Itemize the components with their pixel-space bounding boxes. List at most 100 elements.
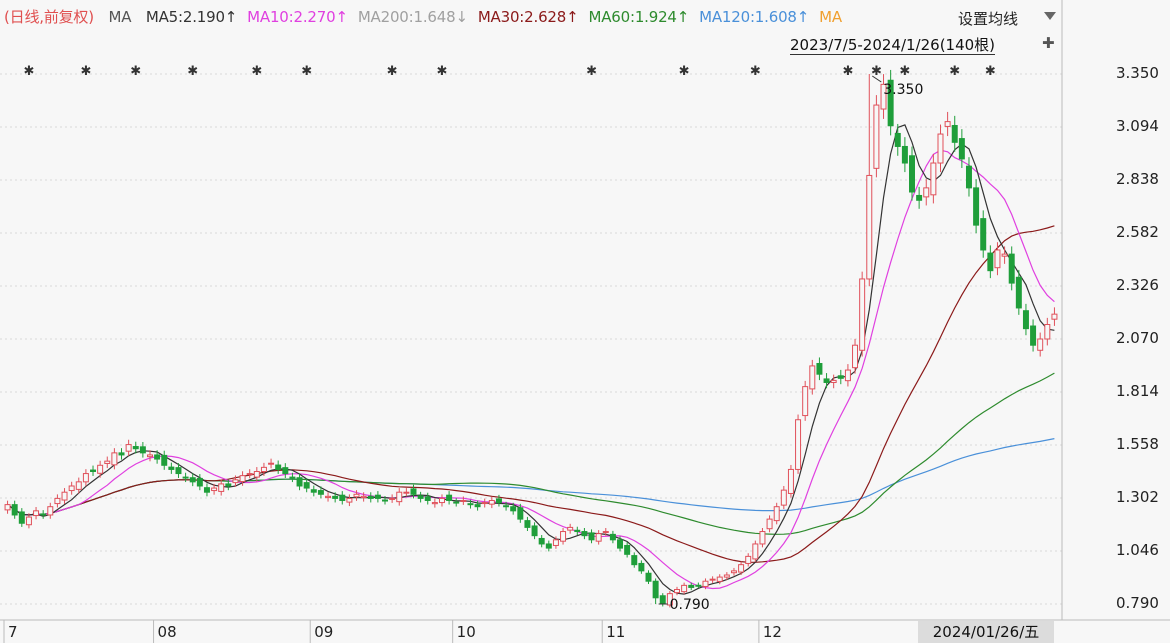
candle-body bbox=[481, 502, 488, 505]
candle-body bbox=[752, 543, 759, 560]
event-marker-icon: ✱ bbox=[387, 64, 398, 79]
candle-body bbox=[495, 498, 502, 504]
candle-body bbox=[745, 555, 752, 564]
candle-body bbox=[581, 531, 588, 537]
pin-icon[interactable]: ✚ bbox=[1042, 34, 1055, 52]
low-price-label: 0.790 bbox=[670, 597, 710, 613]
event-marker-icon: ✱ bbox=[679, 64, 690, 79]
candle-body bbox=[802, 386, 809, 417]
event-marker-icon: ✱ bbox=[750, 64, 761, 79]
y-tick-label: 2.838 bbox=[1116, 170, 1159, 188]
candle-body bbox=[944, 121, 951, 127]
legend-item[interactable]: MA200:1.648↓ bbox=[358, 8, 468, 26]
candle-body bbox=[54, 497, 61, 505]
candle-body bbox=[873, 104, 880, 169]
candle-body bbox=[33, 510, 40, 517]
candle-body bbox=[951, 124, 958, 143]
candle-body bbox=[97, 464, 104, 474]
candle-body bbox=[852, 344, 859, 369]
y-tick-label: 1.302 bbox=[1116, 488, 1159, 506]
candle-body bbox=[332, 495, 339, 499]
candle-body bbox=[631, 555, 638, 566]
y-tick-label: 2.326 bbox=[1116, 276, 1159, 294]
candle-body bbox=[111, 452, 118, 466]
price-chart[interactable]: ✱ ✱ ✱ ✱ ✱ ✱ ✱ ✱ ✱ ✱ ✱ ✱ ✱ ✱ ✱ ✱ 3.3500.790 bbox=[0, 0, 1170, 643]
candle-body bbox=[787, 468, 794, 494]
event-marker-icon: ✱ bbox=[842, 64, 853, 79]
markers: ✱ ✱ ✱ ✱ ✱ ✱ ✱ ✱ ✱ ✱ ✱ ✱ ✱ ✱ ✱ ✱ bbox=[23, 64, 995, 79]
candle-body bbox=[303, 482, 310, 489]
candle-body bbox=[780, 489, 787, 506]
legend-item[interactable]: MA10:2.270↑ bbox=[247, 8, 348, 26]
candle-body bbox=[431, 502, 438, 505]
legend-item[interactable]: MA5:2.190↑ bbox=[146, 8, 238, 26]
candle-body bbox=[182, 476, 189, 479]
candle-body bbox=[617, 539, 624, 549]
candle-body bbox=[994, 249, 1001, 269]
candle-body bbox=[973, 187, 980, 226]
candle-body bbox=[218, 483, 225, 492]
candle-body bbox=[1022, 310, 1029, 330]
legend-item[interactable]: MA60:1.924↑ bbox=[588, 8, 689, 26]
candle-body bbox=[225, 483, 232, 487]
legend-item[interactable]: MA120:1.608↑ bbox=[699, 8, 809, 26]
candle-body bbox=[40, 513, 47, 516]
candle-body bbox=[410, 488, 417, 495]
ma5-line bbox=[7, 124, 1055, 595]
ma-legend: (日线,前复权) MA MA5:2.190↑ MA10:2.270↑ MA200:1… bbox=[4, 6, 952, 28]
candle-body bbox=[709, 578, 716, 581]
candle-body bbox=[567, 526, 574, 531]
candle-body bbox=[624, 544, 631, 555]
candle-body bbox=[232, 479, 239, 484]
candle-body bbox=[253, 471, 260, 478]
candle-body bbox=[488, 499, 495, 505]
event-marker-icon: ✱ bbox=[301, 64, 312, 79]
event-marker-icon: ✱ bbox=[586, 64, 597, 79]
candle-body bbox=[503, 505, 510, 508]
candle-body bbox=[609, 533, 616, 541]
candle-body bbox=[389, 497, 396, 500]
candle-body bbox=[688, 584, 695, 588]
candle-body bbox=[823, 378, 830, 383]
candle-body bbox=[837, 375, 844, 379]
candle-body bbox=[161, 454, 168, 466]
candle-body bbox=[638, 562, 645, 572]
candle-body bbox=[1030, 325, 1037, 346]
x-tick-label: 08 bbox=[157, 623, 177, 641]
candle-body bbox=[118, 452, 125, 456]
x-tick-label: 09 bbox=[314, 623, 334, 641]
candle-body bbox=[61, 491, 68, 501]
candle-body bbox=[125, 444, 132, 452]
ma-lines bbox=[7, 124, 1055, 595]
y-tick-label: 3.094 bbox=[1116, 117, 1159, 135]
candle-body bbox=[139, 446, 146, 454]
candle-body bbox=[467, 503, 474, 506]
y-tick-label: 1.814 bbox=[1116, 382, 1159, 400]
x-tick-label: 7 bbox=[8, 623, 18, 641]
event-marker-icon: ✱ bbox=[80, 64, 91, 79]
legend-item[interactable]: MA bbox=[819, 8, 842, 26]
candle-body bbox=[203, 487, 210, 493]
chevron-down-icon[interactable] bbox=[1044, 12, 1056, 20]
candle-body bbox=[424, 496, 431, 501]
settings-label[interactable]: 设置均线 bbox=[958, 10, 1018, 28]
candle-body bbox=[681, 584, 688, 593]
candle-body bbox=[595, 533, 602, 542]
candle-body bbox=[980, 218, 987, 251]
ma-settings-dropdown[interactable]: 设置均线 bbox=[958, 8, 1056, 29]
candle-body bbox=[346, 497, 353, 503]
x-tick-label: 12 bbox=[762, 623, 782, 641]
legend-mode[interactable]: (日线,前复权) bbox=[4, 8, 94, 26]
candle-body bbox=[268, 462, 275, 465]
candle-body bbox=[1044, 324, 1051, 340]
candle-body bbox=[175, 467, 182, 475]
candle-body bbox=[723, 574, 730, 578]
candle-body bbox=[695, 584, 702, 587]
candle-body bbox=[923, 187, 930, 198]
candle-body bbox=[716, 576, 723, 582]
event-marker-icon: ✱ bbox=[949, 64, 960, 79]
candle-body bbox=[154, 454, 161, 460]
candle-body bbox=[510, 506, 517, 512]
candle-body bbox=[545, 543, 552, 549]
legend-item[interactable]: MA30:2.628↑ bbox=[478, 8, 579, 26]
